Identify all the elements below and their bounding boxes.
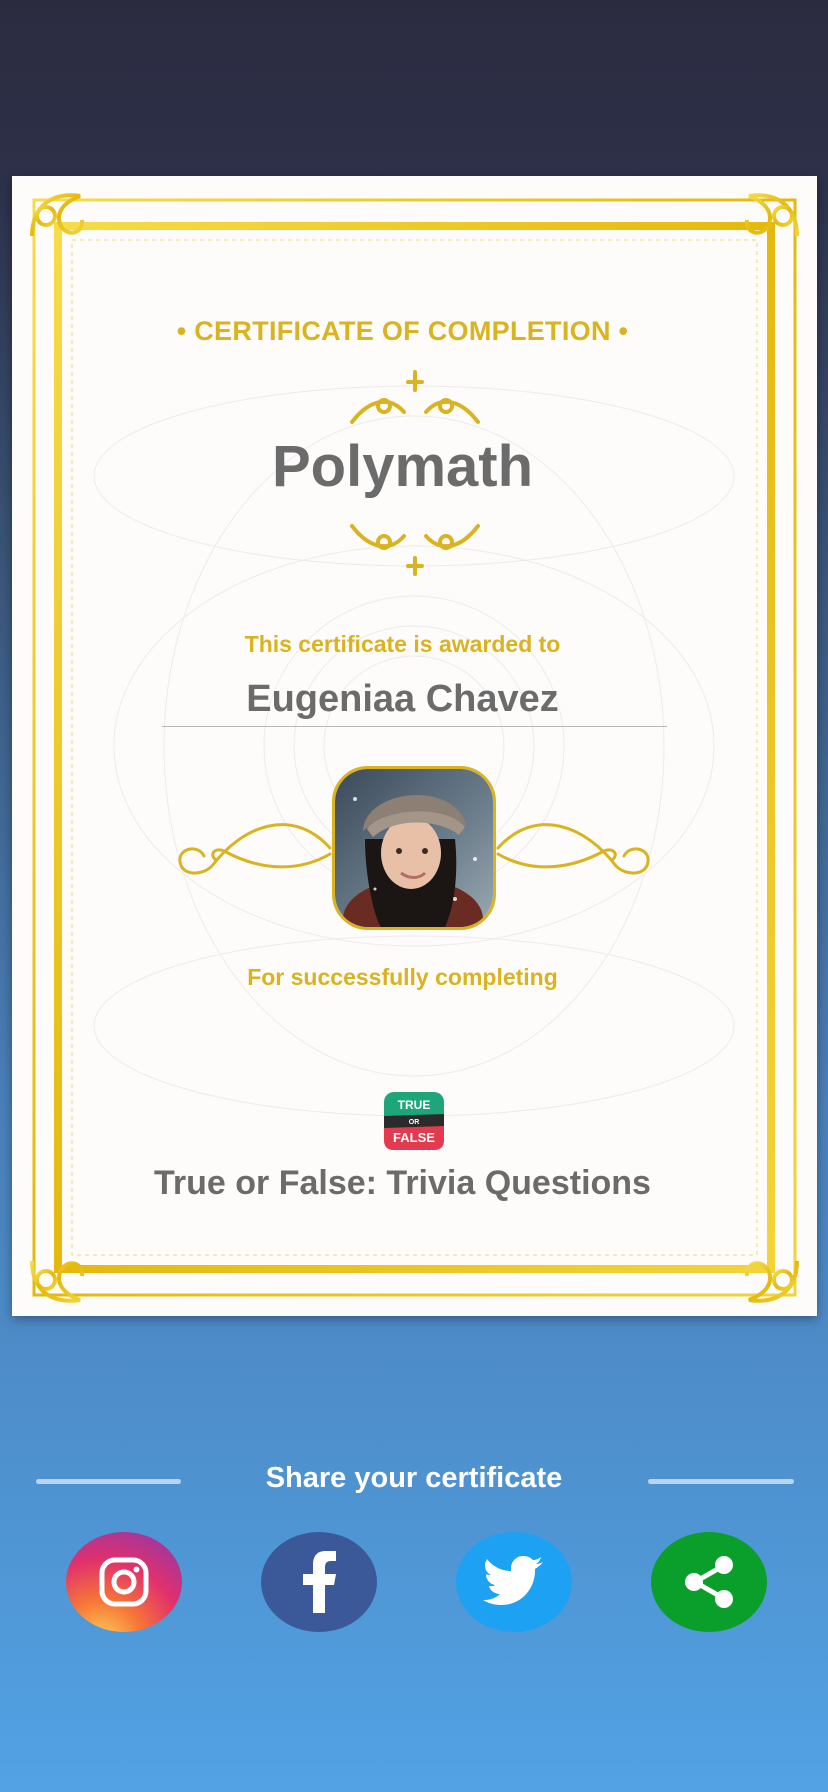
svg-text:FALSE: FALSE [393,1130,435,1145]
name-underline [162,726,667,727]
certificate-eyebrow: • CERTIFICATE OF COMPLETION • [176,316,629,346]
app-logo: TRUE OR FALSE [384,1092,444,1150]
share-icon [685,1556,733,1608]
recipient-avatar [332,766,496,930]
share-divider-right [648,1479,794,1484]
twitter-share-button[interactable] [456,1532,572,1632]
instagram-icon [99,1557,149,1607]
certificate-card: TRUE OR FALSE [12,176,817,1316]
certificate-title: Polymath [271,434,534,499]
svg-text:TRUE: TRUE [398,1098,431,1112]
facebook-icon [303,1551,336,1613]
twitter-icon [483,1556,543,1605]
awarded-label: This certificate is awarded to [244,631,561,657]
instagram-share-button[interactable] [66,1532,182,1632]
completing-label: For successfully completing [247,964,558,990]
share-button[interactable] [651,1532,767,1632]
recipient-name: Eugeniaa Chavez [246,678,559,720]
facebook-share-button[interactable] [261,1532,377,1632]
ornament-bottom [350,524,480,576]
svg-text:OR: OR [409,1119,420,1126]
app-name: True or False: Trivia Questions [154,1164,651,1202]
ornament-top [350,370,480,424]
